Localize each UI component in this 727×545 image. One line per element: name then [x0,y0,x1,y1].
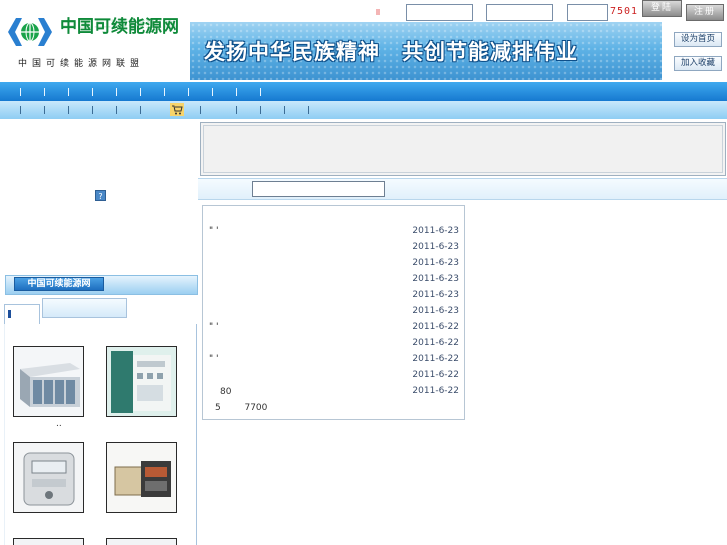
list-count: 80 [220,387,232,397]
help-icon[interactable]: ? [95,190,106,201]
list-pagination: 5 7700 [215,403,267,413]
news-item[interactable]: 2011-6-23 [205,272,463,288]
news-item[interactable]: 2011-6-22 [205,336,463,352]
news-title[interactable]: " ' [209,322,218,332]
news-title[interactable]: " ' [209,354,218,364]
nav-item[interactable] [68,88,69,96]
announcement-inner [203,125,723,173]
nav-item[interactable] [164,88,165,96]
news-date: 2011-6-23 [412,274,459,284]
nav-item[interactable] [92,88,93,96]
logo-mark-icon [8,18,52,46]
news-item[interactable]: 2011-6-23 [205,240,463,256]
product-image[interactable] [13,346,84,417]
news-date: 2011-6-23 [412,258,459,268]
product-image[interactable] [13,538,84,545]
subnav-item[interactable] [200,106,201,114]
news-item[interactable]: 2011-6-22 [205,384,463,400]
shopping-cart-icon[interactable] [170,103,184,116]
control-panel-icon [107,347,176,416]
subnav-item[interactable] [116,106,117,114]
header-banner: 发扬中华民族精神 共创节能减排伟业 [190,22,662,80]
register-button[interactable]: 注册 [686,4,724,21]
nav-item[interactable] [260,88,261,96]
nav-item[interactable] [188,88,189,96]
news-item[interactable]: " ' 2011-6-22 [205,320,463,336]
product-image[interactable] [106,538,177,545]
subnav-item[interactable] [92,106,93,114]
news-date: 2011-6-22 [412,386,459,396]
news-item[interactable]: 2011-6-23 [205,304,463,320]
news-item[interactable]: " ' 2011-6-22 [205,352,463,368]
banner-slogan: 发扬中华民族精神 共创节能减排伟业 [204,40,578,64]
captcha-input[interactable] [567,4,608,21]
add-favorite-button[interactable]: 加入收藏 [674,56,722,71]
news-date: 2011-6-23 [412,306,459,316]
product-image[interactable] [106,442,177,513]
news-title[interactable]: " ' [209,226,218,236]
total-count: 7700 [244,403,268,413]
sub-nav [0,101,727,119]
main-nav [0,82,727,101]
nav-item[interactable] [236,88,237,96]
password-input[interactable] [486,4,553,21]
nav-item[interactable] [116,88,117,96]
news-date: 2011-6-23 [412,290,459,300]
nav-item[interactable] [140,88,141,96]
subnav-item[interactable] [20,106,21,114]
nav-item[interactable] [212,88,213,96]
search-input[interactable] [252,181,385,197]
logo-subtitle: 中国可续能源网联盟 [18,59,145,69]
set-home-button[interactable]: 设为首页 [674,32,722,47]
tab-active-marker [8,310,11,318]
page-count[interactable]: 5 [215,403,221,413]
product-image[interactable] [13,442,84,513]
news-item[interactable]: " ' 2011-6-23 [205,224,463,240]
news-item[interactable]: 2011-6-23 [205,256,463,272]
nav-item[interactable] [20,88,21,96]
relay-device-icon [107,443,176,512]
news-date: 2011-6-22 [412,322,459,332]
product-caption[interactable]: .. [56,419,62,429]
news-date: 2011-6-22 [412,370,459,380]
news-date: 2011-6-22 [412,354,459,364]
subnav-item[interactable] [44,106,45,114]
login-button[interactable]: 登陆 [642,0,682,17]
nav-item[interactable] [44,88,45,96]
login-bar: 7501 登陆 注册 [374,0,724,22]
subnav-item[interactable] [260,106,261,114]
subnav-item[interactable] [284,106,285,114]
subnav-item[interactable] [308,106,309,114]
subnav-item[interactable] [236,106,237,114]
username-input[interactable] [406,4,473,21]
news-date: 2011-6-23 [412,242,459,252]
news-date: 2011-6-23 [412,226,459,236]
site-logo[interactable]: 中国可续能源网 中国可续能源网 中国可续能源网联盟 [0,0,188,78]
login-marker-icon [376,9,380,15]
switch-cabinet-icon [14,347,83,416]
news-date: 2011-6-22 [412,338,459,348]
logo-reflection: 中国可续能源网 [60,17,179,29]
news-item[interactable]: 2011-6-23 [205,288,463,304]
energy-meter-icon [14,443,83,512]
subnav-item[interactable] [68,106,69,114]
news-item[interactable]: 2011-6-22 [205,368,463,384]
product-image[interactable] [106,346,177,417]
section-title: 中国可续能源网 [14,277,104,291]
subnav-item[interactable] [140,106,141,114]
captcha-code: 7501 [610,6,639,17]
tab-secondary[interactable] [42,298,127,318]
